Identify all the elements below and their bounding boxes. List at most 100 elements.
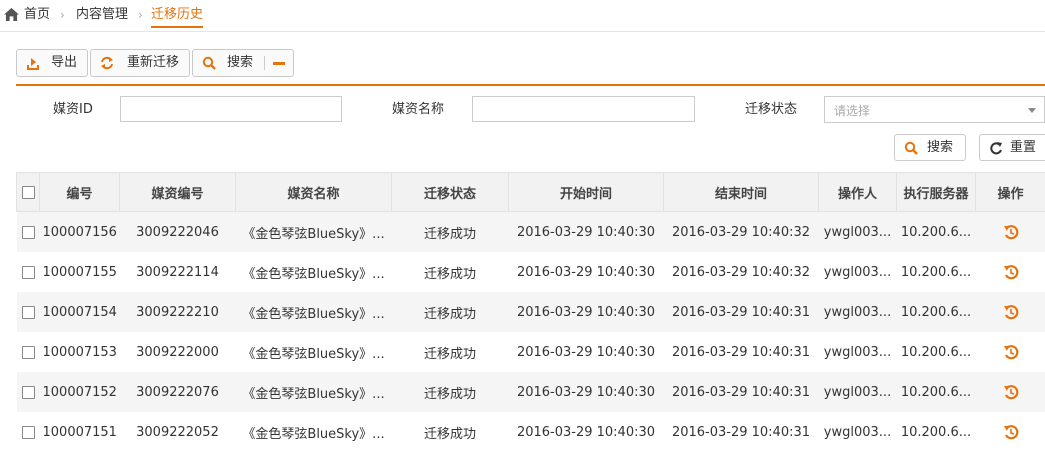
row-action-cell xyxy=(976,332,1045,372)
column-header-end-time: 结束时间 xyxy=(664,173,819,212)
column-header-start-time: 开始时间 xyxy=(509,173,664,212)
row-end-time: 2016-03-29 10:40:31 xyxy=(664,332,819,372)
redo-icon[interactable] xyxy=(1003,264,1019,280)
media-id-label: 媒资ID xyxy=(53,102,93,118)
status-select[interactable]: 请选择 xyxy=(824,96,1045,123)
breadcrumb-separator: › xyxy=(60,7,65,23)
search-button[interactable]: 搜索 xyxy=(894,134,966,161)
breadcrumb-current: 迁移历史 xyxy=(151,7,203,28)
media-name-input[interactable] xyxy=(472,96,695,122)
table-row: 1000071543009222210《金色琴弦BlueSky》...迁移成功2… xyxy=(17,292,1045,332)
row-operator: ywgl003... xyxy=(819,252,897,292)
export-icon xyxy=(26,56,40,70)
redo-icon[interactable] xyxy=(1003,224,1019,240)
breadcrumb-separator: › xyxy=(138,7,143,23)
row-server: 10.200.6... xyxy=(897,332,976,372)
row-status: 迁移成功 xyxy=(392,212,509,253)
home-icon[interactable] xyxy=(4,8,19,21)
row-media-name: 《金色琴弦BlueSky》... xyxy=(236,412,392,452)
row-status: 迁移成功 xyxy=(392,412,509,452)
remigrate-button[interactable]: 重新迁移 xyxy=(90,49,190,77)
row-end-time: 2016-03-29 10:40:32 xyxy=(664,212,819,253)
row-media-no: 3009222052 xyxy=(120,412,236,452)
redo-icon[interactable] xyxy=(1003,384,1019,400)
row-server: 10.200.6... xyxy=(897,252,976,292)
row-start-time: 2016-03-29 10:40:30 xyxy=(509,332,664,372)
row-status: 迁移成功 xyxy=(392,372,509,412)
row-media-no: 3009222210 xyxy=(120,292,236,332)
column-header-id: 编号 xyxy=(40,173,120,212)
select-all-cell[interactable] xyxy=(17,173,40,212)
row-server: 10.200.6... xyxy=(897,292,976,332)
refresh-icon xyxy=(100,56,114,70)
media-id-input[interactable] xyxy=(120,96,342,122)
breadcrumb-home[interactable]: 首页 xyxy=(24,7,50,23)
row-action-cell xyxy=(976,372,1045,412)
column-header-media-no: 媒资编号 xyxy=(120,173,236,212)
table-row: 1000071533009222000《金色琴弦BlueSky》...迁移成功2… xyxy=(17,332,1045,372)
row-media-no: 3009222000 xyxy=(120,332,236,372)
row-select-cell[interactable] xyxy=(17,252,40,292)
row-media-no: 3009222046 xyxy=(120,212,236,253)
search-button-label: 搜索 xyxy=(927,135,953,160)
chevron-down-icon xyxy=(1028,108,1036,113)
status-select-placeholder: 请选择 xyxy=(834,102,870,119)
row-id: 100007155 xyxy=(40,252,120,292)
select-all-checkbox[interactable] xyxy=(22,186,35,199)
redo-icon[interactable] xyxy=(1003,424,1019,440)
row-select-cell[interactable] xyxy=(17,212,40,253)
row-checkbox[interactable] xyxy=(22,306,35,319)
table-row: 1000071553009222114《金色琴弦BlueSky》...迁移成功2… xyxy=(17,252,1045,292)
search-toggle-button[interactable]: 搜索 xyxy=(192,49,294,77)
table-row: 1000071563009222046《金色琴弦BlueSky》...迁移成功2… xyxy=(17,212,1045,253)
reset-button[interactable]: 重置 xyxy=(979,134,1045,161)
row-checkbox[interactable] xyxy=(22,346,35,359)
column-header-status: 迁移状态 xyxy=(392,173,509,212)
row-status: 迁移成功 xyxy=(392,332,509,372)
row-start-time: 2016-03-29 10:40:30 xyxy=(509,212,664,253)
media-name-label: 媒资名称 xyxy=(392,102,444,118)
table-row: 1000071523009222076《金色琴弦BlueSky》...迁移成功2… xyxy=(17,372,1045,412)
row-media-name: 《金色琴弦BlueSky》... xyxy=(236,292,392,332)
row-end-time: 2016-03-29 10:40:32 xyxy=(664,252,819,292)
breadcrumb-section[interactable]: 内容管理 xyxy=(76,7,128,23)
column-header-media-name: 媒资名称 xyxy=(236,173,392,212)
export-label: 导出 xyxy=(51,50,77,76)
row-select-cell[interactable] xyxy=(17,292,40,332)
row-media-no: 3009222076 xyxy=(120,372,236,412)
row-operator: ywgl003... xyxy=(819,292,897,332)
row-media-name: 《金色琴弦BlueSky》... xyxy=(236,252,392,292)
row-status: 迁移成功 xyxy=(392,292,509,332)
export-button[interactable]: 导出 xyxy=(16,49,88,77)
row-checkbox[interactable] xyxy=(22,386,35,399)
row-server: 10.200.6... xyxy=(897,412,976,452)
row-start-time: 2016-03-29 10:40:30 xyxy=(509,252,664,292)
redo-icon[interactable] xyxy=(1003,304,1019,320)
row-id: 100007151 xyxy=(40,412,120,452)
row-checkbox[interactable] xyxy=(22,226,35,239)
row-operator: ywgl003... xyxy=(819,332,897,372)
row-checkbox[interactable] xyxy=(22,266,35,279)
reset-icon xyxy=(989,141,1003,155)
column-header-server: 执行服务器 xyxy=(897,173,976,212)
minus-icon[interactable] xyxy=(273,50,283,76)
row-id: 100007156 xyxy=(40,212,120,253)
redo-icon[interactable] xyxy=(1003,344,1019,360)
migration-history-table: 编号 媒资编号 媒资名称 迁移状态 开始时间 结束时间 操作人 执行服务器 操作… xyxy=(16,172,1045,452)
table-row: 1000071513009222052《金色琴弦BlueSky》...迁移成功2… xyxy=(17,412,1045,452)
column-header-operator: 操作人 xyxy=(819,173,897,212)
row-action-cell xyxy=(976,252,1045,292)
row-select-cell[interactable] xyxy=(17,412,40,452)
column-header-action: 操作 xyxy=(976,173,1045,212)
search-icon xyxy=(202,56,216,70)
row-checkbox[interactable] xyxy=(22,426,35,439)
row-select-cell[interactable] xyxy=(17,332,40,372)
row-select-cell[interactable] xyxy=(17,372,40,412)
row-media-name: 《金色琴弦BlueSky》... xyxy=(236,212,392,253)
breadcrumb: 首页 › 内容管理 › 迁移历史 xyxy=(0,0,1045,32)
row-server: 10.200.6... xyxy=(897,212,976,253)
row-id: 100007154 xyxy=(40,292,120,332)
search-icon xyxy=(904,141,918,155)
row-end-time: 2016-03-29 10:40:31 xyxy=(664,372,819,412)
row-server: 10.200.6... xyxy=(897,372,976,412)
